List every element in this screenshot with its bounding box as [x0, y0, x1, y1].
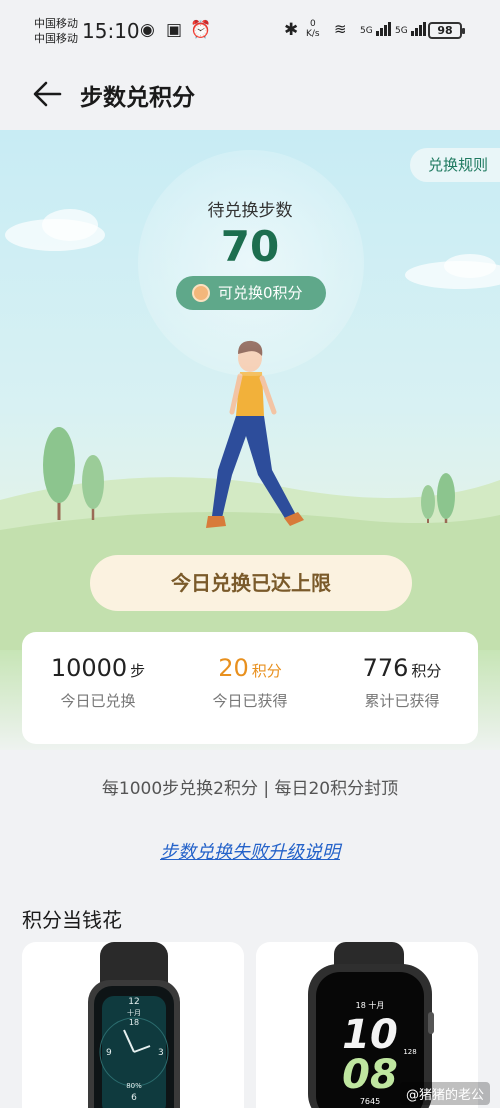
- watch-steps: 7645: [360, 1097, 380, 1106]
- carrier-2: 中国移动: [34, 32, 78, 45]
- page-title: 步数兑积分: [80, 85, 195, 111]
- stat-today-earned: 20 积分 今日已获得: [212, 654, 288, 710]
- watermark: @猪猪的老公: [399, 1082, 490, 1105]
- exchange-rule-text: 每1000步兑换2积分 | 每日20积分封顶: [101, 779, 399, 799]
- carrier-1: 中国移动: [34, 17, 78, 30]
- carrier-labels: 中国移动 中国移动: [34, 16, 78, 46]
- pending-steps-value: 70: [220, 222, 280, 271]
- stats-card: 10000 步 今日已兑换 20 积分 今日已获得 776 积分 累计已获得: [22, 632, 478, 744]
- eye-icon: ◉: [140, 20, 155, 40]
- band-time-top: 12: [128, 997, 139, 1007]
- svg-text:18 十月: 18 十月: [356, 1000, 385, 1010]
- clock: 15:10: [82, 19, 140, 43]
- watch-hr: 128: [403, 1048, 416, 1056]
- band-battery: 80%: [126, 1082, 142, 1090]
- pending-steps-label: 待兑换步数: [207, 201, 293, 221]
- daily-limit-button[interactable]: 今日兑换已达上限: [90, 555, 412, 611]
- section-title: 积分当钱花: [22, 908, 122, 932]
- redeemable-points-badge: 可兑换0积分: [176, 276, 326, 310]
- band-num-6: 6: [131, 1093, 137, 1103]
- signal-bars-icon: [410, 22, 427, 36]
- signal-bars-icon: [375, 22, 392, 36]
- app-header: 步数兑积分: [0, 62, 500, 130]
- alarm-icon: ⏰: [190, 20, 212, 40]
- bluetooth-icon: ✱: [284, 20, 299, 40]
- battery-indicator: 98: [428, 22, 465, 39]
- stat-total-earned: 776 积分 累计已获得: [362, 654, 442, 710]
- net-speed: 0 K/s: [306, 19, 320, 39]
- stat-today-exchanged: 10000 步 今日已兑换: [50, 654, 146, 710]
- wifi-icon: ≋: [334, 20, 347, 38]
- signal-1: 5G: [360, 22, 392, 36]
- smart-band-image: 12 十月 18 9 3 6 80%: [88, 942, 180, 1108]
- upgrade-info-link[interactable]: 步数兑换失败升级说明: [0, 838, 500, 864]
- arrow-left-icon: [33, 81, 62, 107]
- coin-icon: [192, 284, 210, 302]
- product-card-band[interactable]: 12 十月 18 9 3 6 80%: [22, 942, 244, 1108]
- band-num-9: 9: [106, 1048, 112, 1058]
- band-day: 18: [129, 1018, 139, 1027]
- band-month: 十月: [127, 1008, 141, 1017]
- signal-2: 5G: [395, 22, 427, 36]
- band-num-3: 3: [158, 1048, 164, 1058]
- back-button[interactable]: [30, 76, 66, 112]
- status-bar: 中国移动 中国移动 15:10 ◉ ▣ ⏰ ✱ 0 K/s ≋ 5G 5G 98: [0, 0, 500, 62]
- exchange-rules-button[interactable]: 兑换规则: [409, 148, 500, 182]
- nfc-icon: ▣: [166, 20, 183, 40]
- watch-minute: 08: [342, 1052, 398, 1098]
